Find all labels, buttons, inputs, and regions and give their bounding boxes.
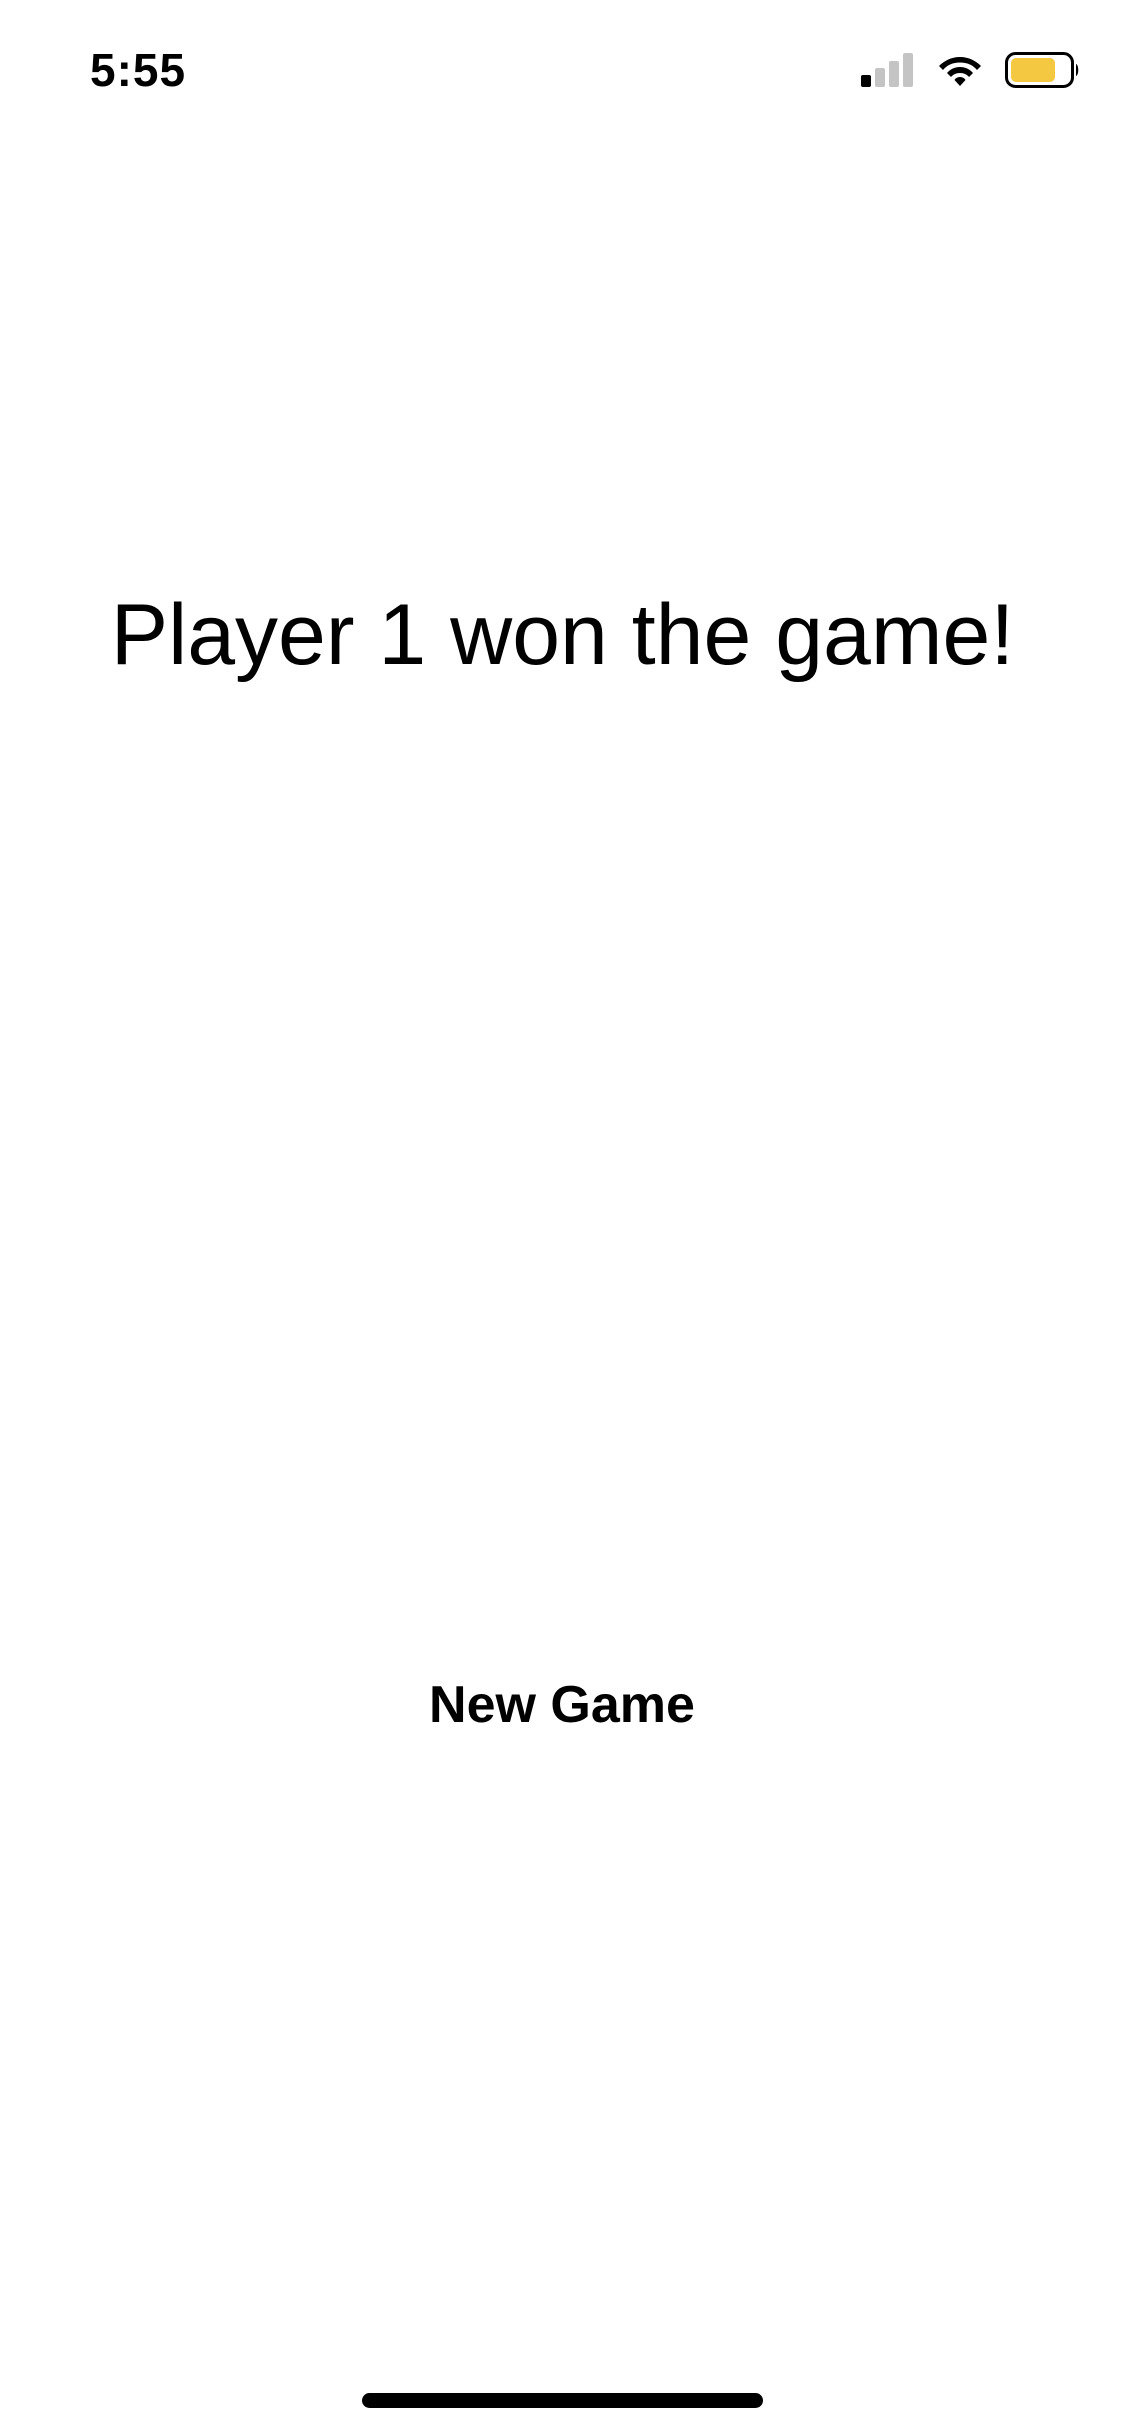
wifi-icon <box>939 57 981 86</box>
new-game-button[interactable]: New Game <box>362 1660 762 1750</box>
cellular-signal-icon <box>861 53 913 87</box>
game-over-screen: 5:55 Player 1 won the game! New Game <box>0 0 1125 2436</box>
status-time: 5:55 <box>90 44 187 96</box>
status-bar: 5:55 <box>0 0 1125 140</box>
battery-level-fill <box>1011 58 1055 82</box>
status-icons <box>861 50 1081 90</box>
win-message: Player 1 won the game! <box>110 587 1015 683</box>
home-indicator[interactable] <box>362 2393 763 2408</box>
battery-icon <box>1005 52 1079 88</box>
